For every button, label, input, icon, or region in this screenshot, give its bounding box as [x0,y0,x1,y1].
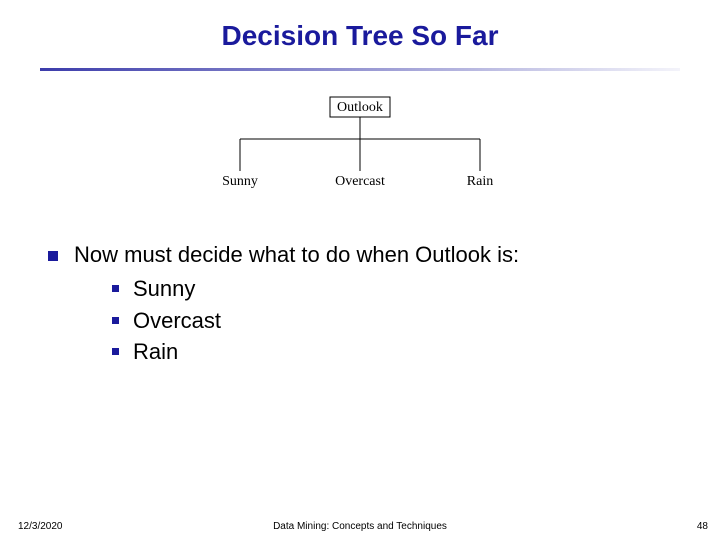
square-bullet-icon [112,348,119,355]
tree-root-label: Outlook [337,100,383,115]
page-title: Decision Tree So Far [0,0,720,62]
tree-leaf-label: Rain [467,174,493,189]
sub-item-text: Overcast [133,306,221,336]
body-content: Now must decide what to do when Outlook … [48,242,672,367]
square-bullet-icon [112,285,119,292]
footer-page-number: 48 [697,521,708,532]
tree-diagram: Outlook Sunny Overcast Rain [0,93,720,218]
tree-svg: Outlook Sunny Overcast Rain [180,93,540,213]
slide: Decision Tree So Far Outlook Sunny Overc… [0,0,720,540]
footer: 12/3/2020 Data Mining: Concepts and Tech… [0,521,720,532]
list-item: Now must decide what to do when Outlook … [48,242,672,268]
list-item: Overcast [112,306,672,336]
sub-item-text: Sunny [133,274,195,304]
lead-text: Now must decide what to do when Outlook … [74,242,519,268]
list-item: Sunny [112,274,672,304]
square-bullet-icon [48,251,58,261]
footer-date: 12/3/2020 [18,521,63,532]
footer-title: Data Mining: Concepts and Techniques [0,521,720,532]
sub-item-text: Rain [133,337,178,367]
square-bullet-icon [112,317,119,324]
list-item: Rain [112,337,672,367]
tree-leaf-label: Overcast [335,174,385,189]
tree-leaf-label: Sunny [222,174,258,189]
title-underline [40,68,680,71]
